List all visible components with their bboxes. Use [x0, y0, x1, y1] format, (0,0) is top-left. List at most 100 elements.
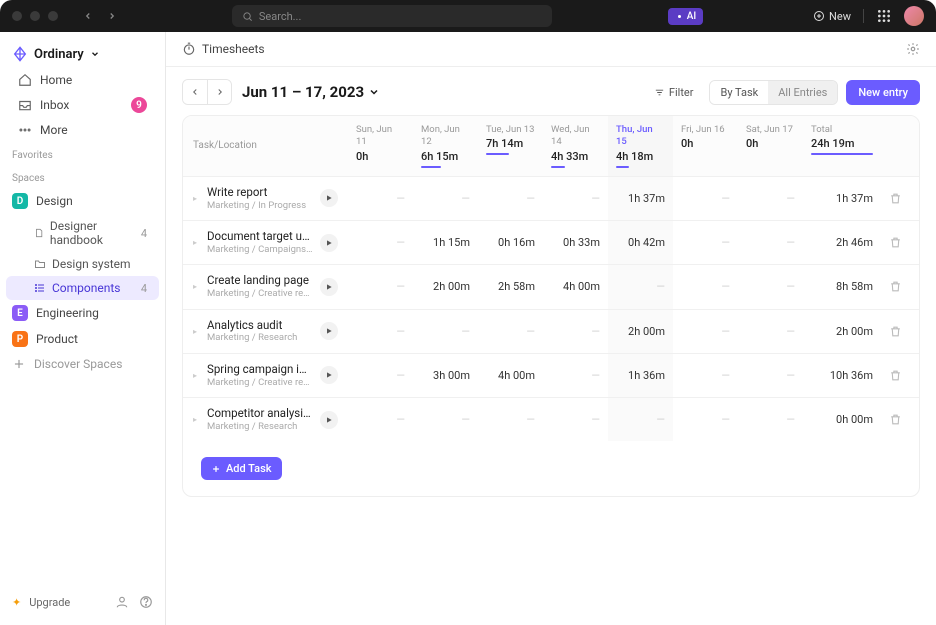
cell-time[interactable]: — — [673, 310, 738, 353]
cell-time[interactable]: — — [348, 398, 413, 441]
cell-time[interactable]: — — [348, 354, 413, 397]
workspace-switcher[interactable]: Ordinary — [0, 40, 165, 68]
cell-time[interactable]: — — [543, 177, 608, 220]
play-button[interactable] — [320, 366, 338, 384]
cell-time[interactable]: — — [478, 398, 543, 441]
search-input[interactable]: Search... — [232, 5, 552, 27]
play-button[interactable] — [320, 234, 338, 252]
trash-icon[interactable] — [889, 369, 902, 382]
minimize-window-icon[interactable] — [30, 11, 40, 21]
cell-time[interactable]: — — [673, 398, 738, 441]
cell-time[interactable]: — — [348, 265, 413, 308]
sidebar-item-home[interactable]: Home — [6, 68, 159, 92]
next-week-button[interactable] — [207, 80, 231, 104]
cell-time[interactable]: 2h 00m — [413, 265, 478, 308]
play-button[interactable] — [320, 322, 338, 340]
cell-time[interactable]: — — [348, 310, 413, 353]
cell-time[interactable]: — — [738, 221, 803, 264]
cell-time[interactable]: — — [738, 398, 803, 441]
cell-time[interactable]: — — [413, 177, 478, 220]
expand-caret-icon[interactable]: ▸ — [193, 238, 201, 247]
trash-icon[interactable] — [889, 236, 902, 249]
expand-caret-icon[interactable]: ▸ — [193, 371, 201, 380]
person-icon[interactable] — [115, 595, 129, 609]
cell-task[interactable]: ▸ Analytics audit Marketing / Research — [183, 310, 348, 353]
zoom-window-icon[interactable] — [48, 11, 58, 21]
cell-task[interactable]: ▸ Competitor analysis doc Marketing / Re… — [183, 398, 348, 441]
date-range-picker[interactable]: Jun 11 – 17, 2023 — [242, 83, 380, 101]
sidebar-subspace[interactable]: Components4 — [6, 276, 159, 300]
cell-time[interactable]: 0h 42m — [608, 221, 673, 264]
trash-icon[interactable] — [889, 280, 902, 293]
nav-back-button[interactable] — [78, 6, 98, 26]
cell-time[interactable]: — — [543, 398, 608, 441]
cell-time[interactable]: — — [608, 265, 673, 308]
trash-icon[interactable] — [889, 413, 902, 426]
discover-spaces[interactable]: Discover Spaces — [0, 352, 165, 376]
cell-time[interactable]: 4h 00m — [478, 354, 543, 397]
cell-time[interactable]: — — [348, 177, 413, 220]
expand-caret-icon[interactable]: ▸ — [193, 194, 201, 203]
cell-time[interactable]: — — [673, 354, 738, 397]
sidebar-subspace[interactable]: Design system — [6, 252, 159, 276]
cell-time[interactable]: 0h 33m — [543, 221, 608, 264]
cell-time[interactable]: — — [543, 310, 608, 353]
cell-task[interactable]: ▸ Write report Marketing / In Progress — [183, 177, 348, 220]
cell-time[interactable]: — — [673, 221, 738, 264]
sidebar-space[interactable]: PProduct — [0, 326, 165, 352]
cell-time[interactable]: 2h 58m — [478, 265, 543, 308]
cell-time[interactable]: — — [738, 265, 803, 308]
cell-time[interactable]: — — [608, 398, 673, 441]
cell-time[interactable]: — — [478, 177, 543, 220]
sidebar-subspace[interactable]: Designer handbook4 — [6, 214, 159, 252]
help-icon[interactable] — [139, 595, 153, 609]
cell-time[interactable]: 0h 16m — [478, 221, 543, 264]
cell-time[interactable]: — — [673, 177, 738, 220]
close-window-icon[interactable] — [12, 11, 22, 21]
nav-forward-button[interactable] — [102, 6, 122, 26]
cell-time[interactable]: — — [543, 354, 608, 397]
sidebar-space[interactable]: EEngineering — [0, 300, 165, 326]
prev-week-button[interactable] — [183, 80, 207, 104]
cell-time[interactable]: — — [348, 221, 413, 264]
titlebar: Search... AI New — [0, 0, 936, 32]
cell-time[interactable]: 1h 37m — [608, 177, 673, 220]
cell-time[interactable]: 2h 00m — [608, 310, 673, 353]
cell-time[interactable]: — — [738, 310, 803, 353]
avatar[interactable] — [904, 6, 924, 26]
cell-time[interactable]: 1h 15m — [413, 221, 478, 264]
apps-grid-button[interactable] — [876, 8, 892, 24]
trash-icon[interactable] — [889, 325, 902, 338]
gear-icon[interactable] — [906, 42, 920, 56]
play-button[interactable] — [320, 278, 338, 296]
expand-caret-icon[interactable]: ▸ — [193, 415, 201, 424]
cell-time[interactable]: — — [413, 310, 478, 353]
add-task-button[interactable]: Add Task — [201, 457, 282, 480]
cell-time[interactable]: — — [413, 398, 478, 441]
upgrade-link[interactable]: Upgrade — [29, 596, 70, 609]
cell-time[interactable]: — — [673, 265, 738, 308]
seg-all-entries[interactable]: All Entries — [768, 81, 837, 104]
new-entry-button[interactable]: New entry — [846, 80, 920, 105]
cell-task[interactable]: ▸ Spring campaign imag... Marketing / Cr… — [183, 354, 348, 397]
cell-task[interactable]: ▸ Document target users Marketing / Camp… — [183, 221, 348, 264]
cell-time[interactable]: — — [738, 354, 803, 397]
filter-button[interactable]: Filter — [646, 81, 702, 104]
expand-caret-icon[interactable]: ▸ — [193, 282, 201, 291]
seg-by-task[interactable]: By Task — [710, 81, 768, 104]
play-button[interactable] — [320, 189, 338, 207]
cell-time[interactable]: 1h 36m — [608, 354, 673, 397]
cell-time[interactable]: 3h 00m — [413, 354, 478, 397]
new-button[interactable]: New — [813, 10, 851, 23]
trash-icon[interactable] — [889, 192, 902, 205]
expand-caret-icon[interactable]: ▸ — [193, 327, 201, 336]
cell-time[interactable]: — — [478, 310, 543, 353]
sidebar-item-inbox[interactable]: Inbox 9 — [6, 92, 159, 118]
cell-time[interactable]: 4h 00m — [543, 265, 608, 308]
cell-task[interactable]: ▸ Create landing page Marketing / Creati… — [183, 265, 348, 308]
ai-button[interactable]: AI — [668, 8, 703, 25]
play-button[interactable] — [320, 411, 338, 429]
sidebar-item-more[interactable]: More — [6, 118, 159, 142]
sidebar-space[interactable]: DDesign — [0, 188, 165, 214]
cell-time[interactable]: — — [738, 177, 803, 220]
